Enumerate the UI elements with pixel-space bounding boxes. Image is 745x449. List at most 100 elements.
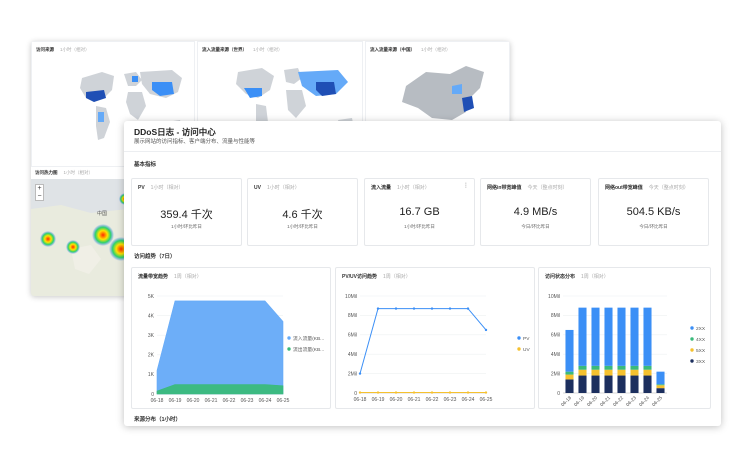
panel-title: 访问热力图 1小时（相对） [35,170,94,175]
divider [124,151,721,152]
legend-label: 流出流量(KB... [293,346,324,353]
card-label: PV 1小时（相对） [138,185,184,191]
x-tick-label: 06-20 [187,398,200,404]
card-label: 网络in带宽峰值 今天（整点时刻） [487,185,568,191]
y-tick-label: 2Mil [348,371,357,377]
legend-marker [287,347,291,351]
zoom-out-button[interactable]: − [36,193,43,201]
bar-segment [591,365,600,370]
card-compare: 1小时/环比昨日 [287,224,318,229]
bar-segment [591,375,600,393]
x-tick-label: 06-20 [586,395,599,408]
bar-segment [604,369,613,376]
x-tick-label: 06-25 [651,395,664,408]
chart-title: 流量带宽趋势 1周（相对） [138,274,202,280]
screenshot-stage: 访问来源 1小时（相对） 流入流量来源（世界） 1小时（相对） 流入流量来源（中… [0,0,745,449]
legend-label: 流入流量(KB... [293,335,324,342]
y-tick-label: 2Mil [551,371,560,377]
card-compare: 1小时/环比昨日 [404,224,435,229]
x-tick-label: 06-18 [354,397,367,403]
bar-segment [643,365,652,370]
legend-marker [690,359,694,363]
data-point [448,391,452,394]
x-tick-label: 06-25 [480,397,493,403]
legend-marker [690,337,694,341]
pvuv-line-chart: 0 2Mil 4Mil 6Mil 8Mil 10Mil 06-18 06-19 06-20 06-… [345,294,530,403]
legend-label: 3XX [696,359,706,365]
x-tick-label: 06-23 [241,398,254,404]
bar-segment [565,379,574,393]
x-tick-label: 06-19 [372,397,385,403]
y-tick-label: 1K [148,372,155,378]
bar-segment [617,307,626,366]
chart-panel-status: 访问状态分布 1周（相对） 0 2Mil 4Mil 6Mil 8Mil 10Mil 06-18… [538,267,711,409]
x-tick-label: 06-22 [426,397,439,403]
x-tick-label: 06-18 [560,395,573,408]
metric-card-uv[interactable]: UV 1小时（相对） 4.6 千次 1小时/环比昨日 [247,178,358,246]
bar-segment [578,307,587,366]
more-menu-icon[interactable]: ⋮ [463,182,469,189]
y-tick-label: 10Mil [345,294,357,300]
legend-label: PV [523,336,530,342]
chart-title: 访问状态分布 1周（相对） [545,274,609,280]
section-trend-title: 访问趋势（7日） [134,254,176,260]
card-value: 4.9 MB/s [513,206,558,218]
data-point [358,372,362,375]
bar-segment [617,365,626,370]
legend-label: 4XX [696,337,706,343]
card-label: 流入流量 1小时（相对） [371,185,430,191]
legend-marker [517,347,521,351]
bar-segment [643,307,652,366]
area-series [156,300,284,395]
area-series [156,384,284,395]
legend-label: 2XX [696,326,706,332]
heatmap-map: 中国 [31,179,128,296]
x-tick-label: 06-18 [151,398,164,404]
y-tick-label: 6Mil [348,333,357,339]
y-tick-label: 0 [354,391,357,397]
bar-segment [630,369,639,376]
y-tick-label: 4Mil [551,352,560,358]
legend-marker [690,348,694,352]
y-tick-label: 3K [148,333,155,339]
bar-segment [578,375,587,393]
front-dashboard-window: DDoS日志 - 访问中心 展示网站的访问指标、客户端分布、流量与性能等 基本指… [124,121,721,426]
x-tick-label: 06-19 [573,395,586,408]
data-point [412,307,416,310]
metric-card-inflow[interactable]: 流入流量 1小时（相对） ⋮ 16.7 GB 1小时/环比昨日 [364,178,475,246]
legend-marker [287,336,291,340]
x-tick-label: 06-24 [638,395,651,408]
bar-segment [630,307,639,366]
card-value: 16.7 GB [399,206,440,218]
legend-label: UV [523,347,530,353]
data-point [376,307,380,310]
data-point [484,328,488,332]
bar-segment [604,307,613,366]
data-point [484,391,488,394]
bar-segment [656,371,665,385]
heatmap-panel: 访问热力图 1小时（相对） 中国 + − [31,167,128,296]
bar-segment [591,307,600,366]
bar-segment [565,374,574,380]
bar-segment [604,365,613,370]
y-tick-label: 0 [557,391,560,397]
x-tick-label: 06-22 [223,398,236,404]
data-point [376,391,380,394]
metric-card-pv[interactable]: PV 1小时（相对） 359.4 千次 1小时/环比昨日 [131,178,242,246]
y-tick-label: 2K [148,353,155,359]
y-tick-label: 6Mil [551,333,560,339]
x-tick-label: 06-21 [408,397,421,403]
bar-segment [565,371,574,375]
bar-segment [656,384,665,386]
bandwidth-area-chart: 0 1K 2K 3K 4K 5K 06-18 06-19 06-20 06-21 06-22 06-2… [148,294,324,404]
metric-card-net-out[interactable]: 网络out带宽峰值 今天（整点时刻） 504.5 KB/s 今日/环比昨日 [598,178,709,246]
zoom-in-button[interactable]: + [36,185,43,193]
metric-card-net-in[interactable]: 网络in带宽峰值 今天（整点时刻） 4.9 MB/s 今日/环比昨日 [480,178,591,246]
status-bar-chart: 02Mil4Mil6Mil8Mil10Mil06-18 06-19 06-20 06-… [548,294,706,408]
bar-segment [630,375,639,393]
card-label: UV 1小时（相对） [254,185,300,191]
y-tick-label: 0 [151,392,154,398]
x-tick-label: 06-19 [169,398,182,404]
bar-segment [643,375,652,393]
page-subtitle: 展示网站的访问指标、客户端分布、流量与性能等 [134,139,256,145]
